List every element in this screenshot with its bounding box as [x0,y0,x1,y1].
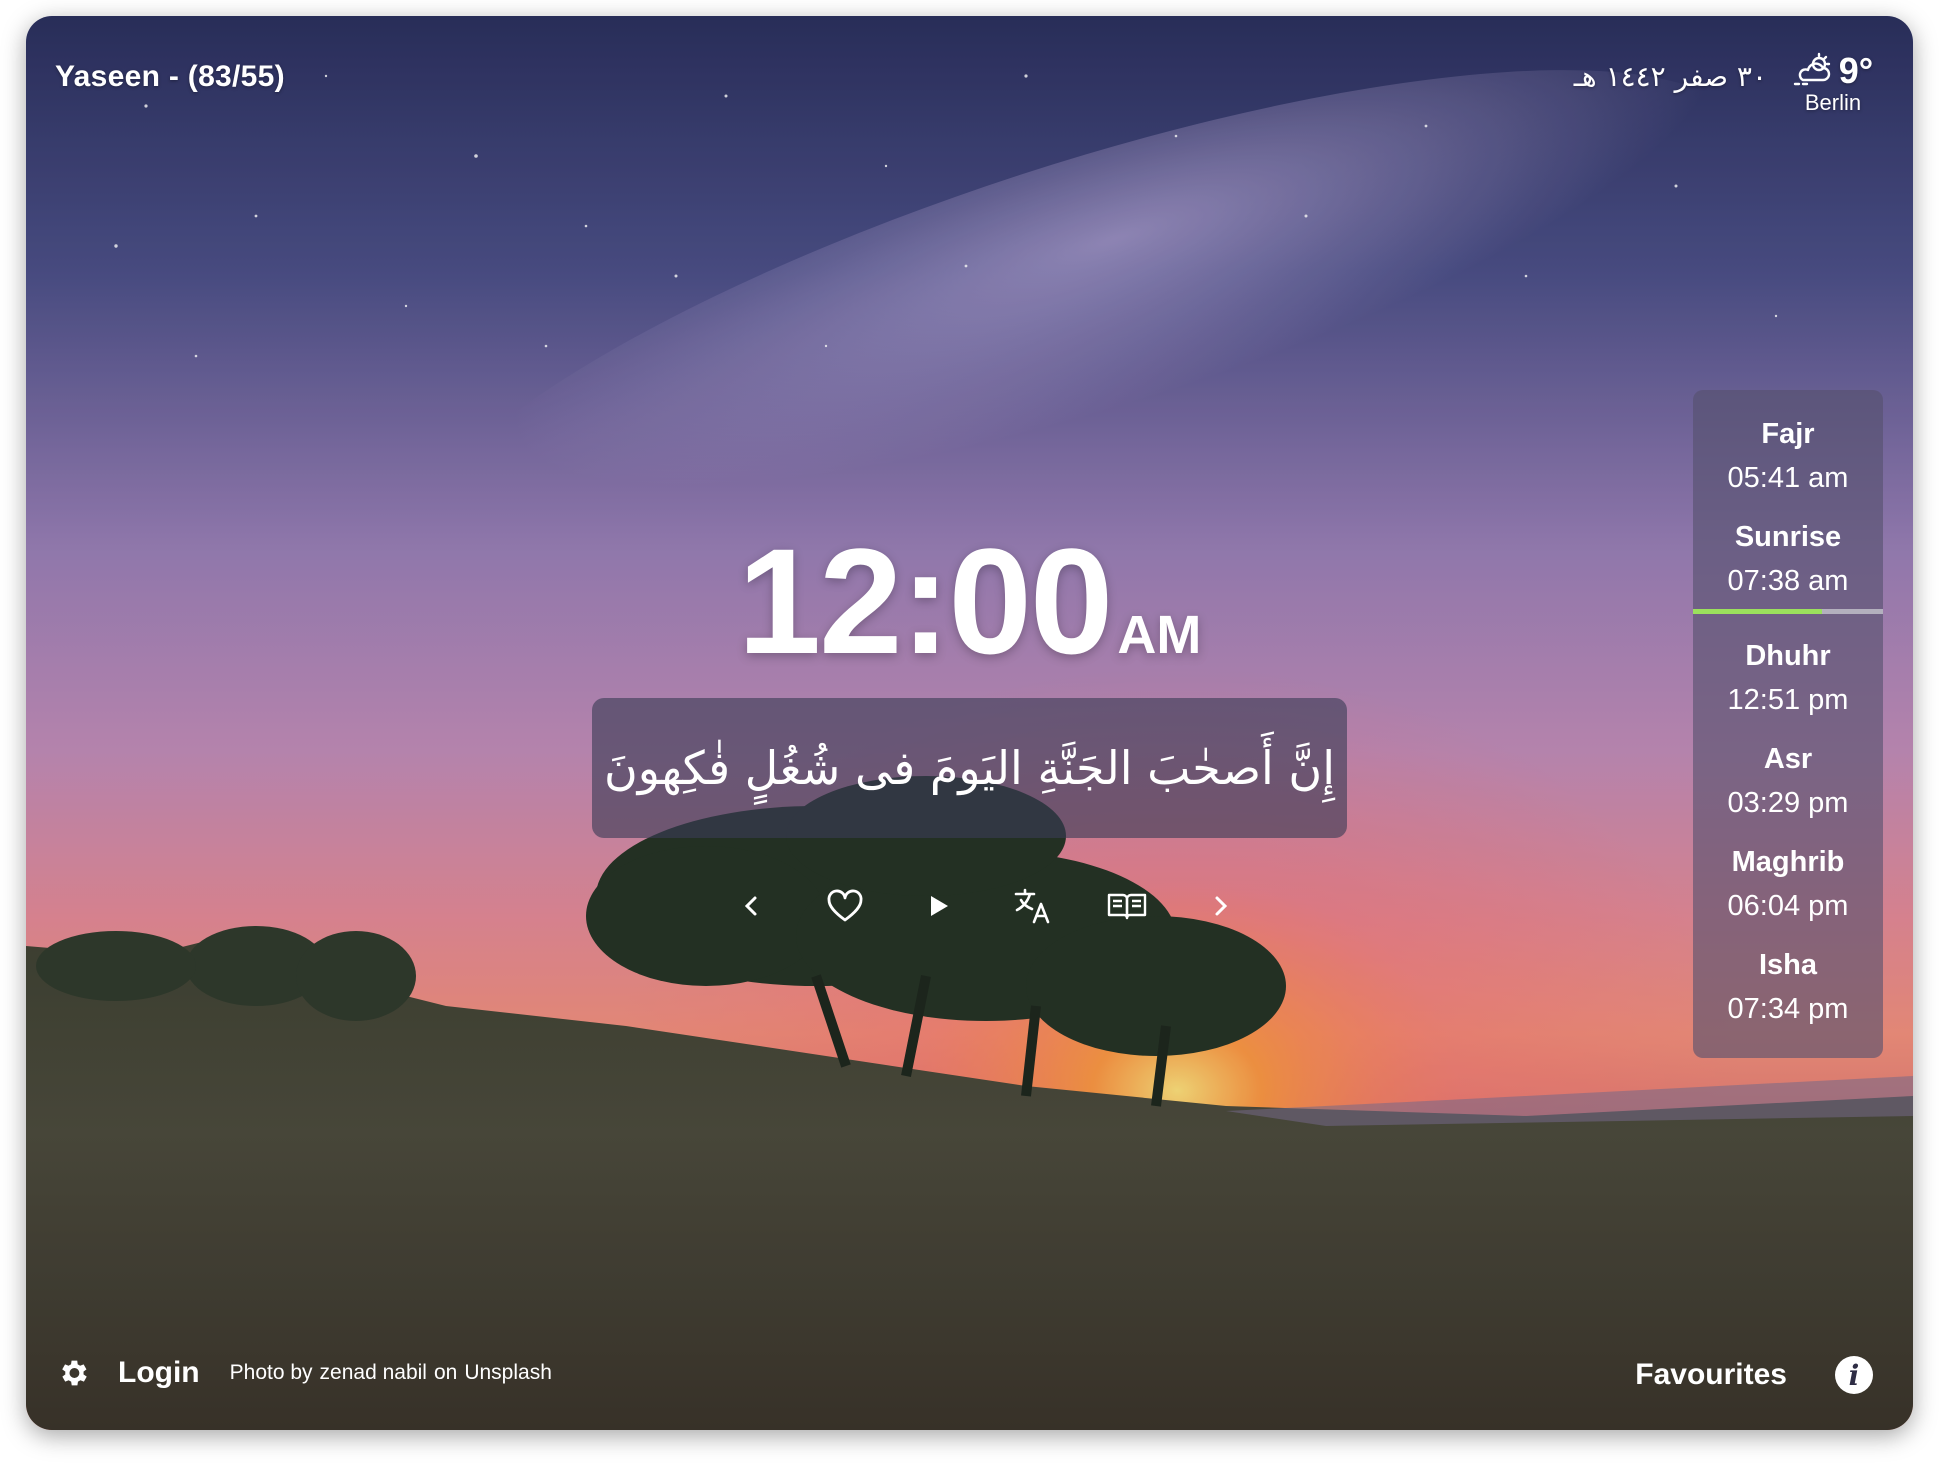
prayer-name: Dhuhr [1745,640,1831,672]
favourites-link[interactable]: Favourites [1635,1358,1787,1392]
settings-button[interactable] [56,1356,90,1390]
tafsir-button[interactable] [1102,881,1152,931]
prayer-time: 06:04 pm [1727,890,1849,922]
translate-button[interactable] [1008,881,1058,931]
prayer-item-isha: Isha 07:34 pm [1693,943,1883,1031]
photo-credit: Photo by zenad nabil on Unsplash [230,1361,552,1385]
hijri-date: ٣٠ صفر ١٤٤٢ هـ [1573,60,1767,93]
chevron-left-icon [744,896,757,916]
unsplash-link[interactable]: Unsplash [464,1361,552,1385]
prayer-name: Fajr [1761,418,1815,450]
prayer-name: Isha [1758,949,1818,981]
credit-prefix: Photo by [229,1361,313,1384]
heart-icon [827,889,863,922]
prayer-item-maghrib: Maghrib 06:04 pm [1693,840,1883,928]
prayer-time: 07:38 am [1727,565,1849,597]
prayer-name: Asr [1763,743,1813,775]
clock-time: 12:00 [737,517,1114,685]
prayer-item-fajr: Fajr 05:41 am [1693,412,1883,500]
next-verse-button[interactable] [1196,881,1246,931]
footer-left: Login Photo by zenad nabil on Unsplash [56,1356,552,1390]
city-name: Berlin [1804,90,1862,115]
clock: 12:00 AM [26,526,1913,676]
surah-title[interactable]: Yaseen - (83/55) [55,60,285,94]
prayer-time: 07:34 pm [1727,993,1849,1025]
play-button[interactable] [914,881,964,931]
login-link[interactable]: Login [118,1356,200,1390]
prayer-time: 12:51 pm [1727,684,1849,716]
photographer-link[interactable]: zenad nabil [320,1361,427,1385]
favourite-button[interactable] [820,881,870,931]
book-open-icon [1107,893,1147,920]
info-icon: i [1848,1358,1860,1392]
prayer-name: Sunrise [1734,521,1842,553]
info-button[interactable]: i [1835,1356,1873,1394]
credit-on: on [433,1361,458,1384]
cloud-sun-icon [1793,52,1835,91]
prayer-time: 03:29 pm [1727,787,1849,819]
weather-widget[interactable]: 9° Berlin [1783,50,1883,116]
temperature: 9° [1838,50,1874,91]
verse-text: إِنَّ أَصحٰبَ الجَنَّةِ اليَومَ فى شُغُل… [604,741,1335,795]
verse-controls [726,876,1246,936]
verse-card: إِنَّ أَصحٰبَ الجَنَّةِ اليَومَ فى شُغُل… [592,698,1347,838]
gear-icon [62,1360,87,1386]
footer-right: Favourites i [1635,1356,1873,1394]
clock-period: AM [1117,605,1202,665]
prayer-name: Maghrib [1731,846,1845,878]
prayer-times-panel: Fajr 05:41 am Sunrise 07:38 am Dhuhr 12:… [1693,390,1883,1058]
prayer-item-dhuhr: Dhuhr 12:51 pm [1693,634,1883,722]
chevron-right-icon [1215,896,1228,916]
prayer-item-asr: Asr 03:29 pm [1693,737,1883,825]
prayer-time: 05:41 am [1727,462,1849,494]
next-prayer-progress [1693,609,1883,614]
app-window: Yaseen - (83/55) ٣٠ صفر ١٤٤٢ هـ 9° Berli… [26,16,1913,1430]
progress-fill [1693,609,1823,614]
play-icon [931,896,948,916]
previous-verse-button[interactable] [726,881,776,931]
prayer-item-sunrise: Sunrise 07:38 am [1693,515,1883,603]
translate-icon [1014,888,1050,924]
